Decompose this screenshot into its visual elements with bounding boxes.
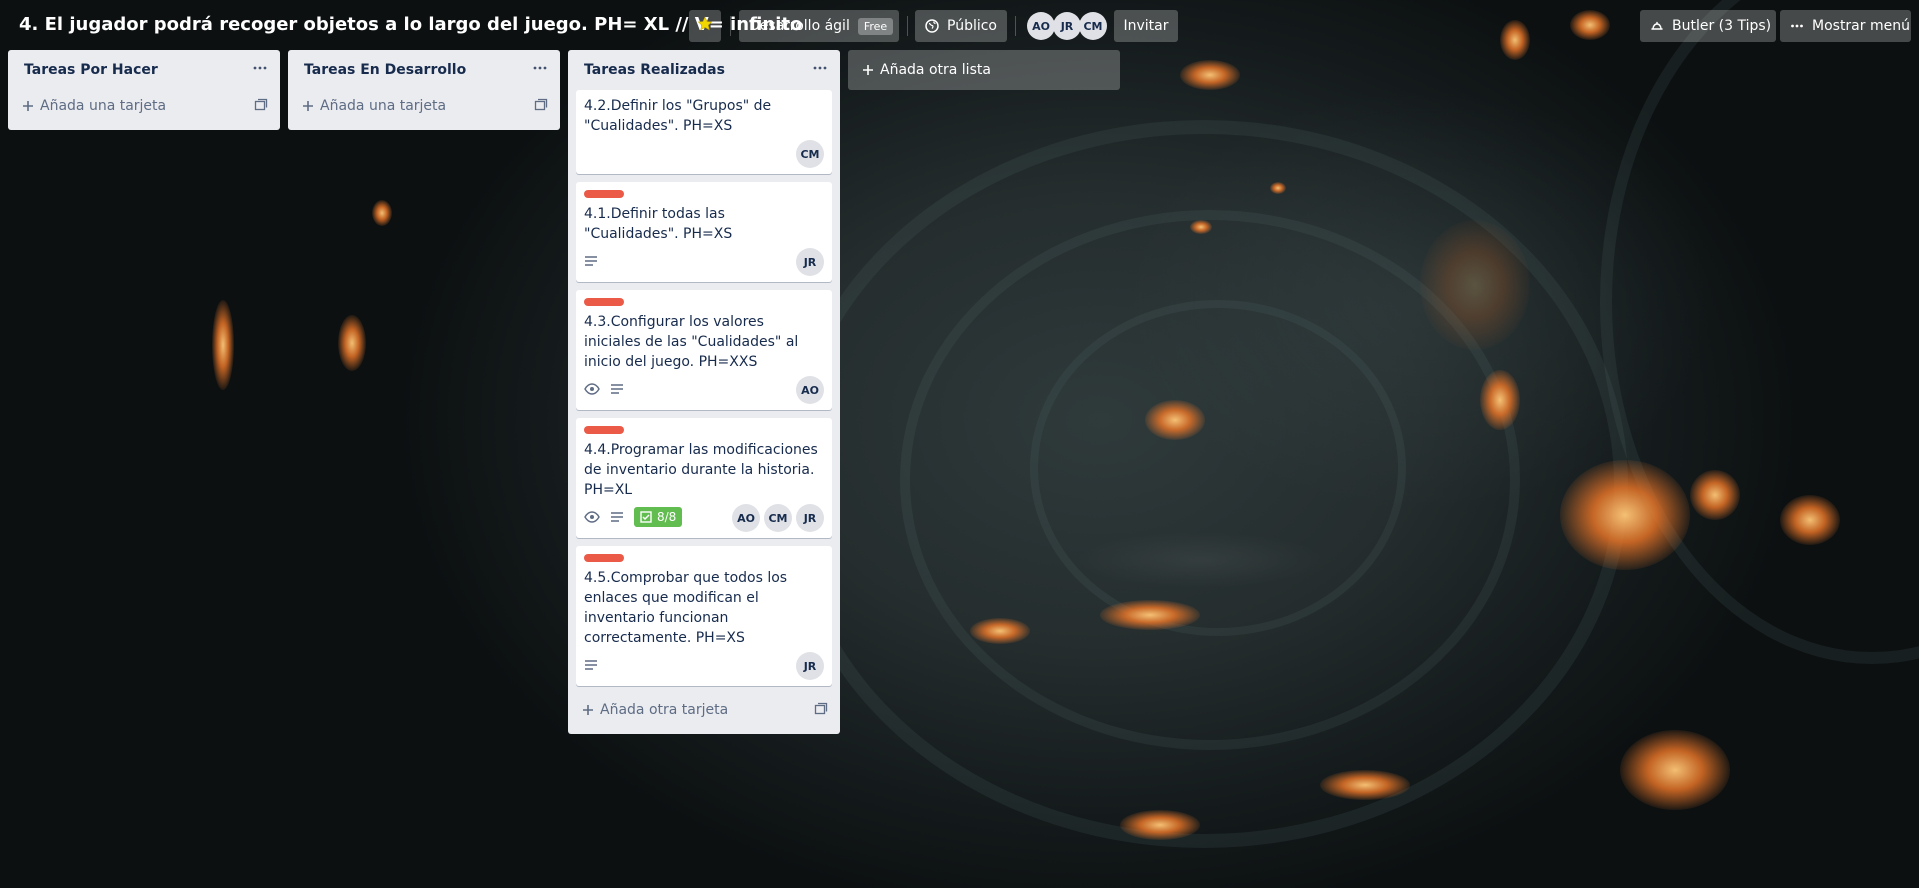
member-avatar[interactable]: CM — [764, 504, 792, 532]
card-title: 4.5.Comprobar que todos los enlaces que … — [584, 570, 788, 646]
plus-icon — [302, 100, 314, 112]
header-separator — [730, 16, 731, 36]
more-icon — [813, 66, 827, 70]
butler-label: Butler (3 Tips) — [1672, 18, 1772, 34]
board-title[interactable]: 4. El jugador podrá recoger objetos a lo… — [19, 14, 802, 35]
member-avatar[interactable]: JR — [796, 248, 824, 276]
watch-icon — [584, 383, 600, 395]
card-footer: 8/8 AO CM JR — [584, 504, 824, 532]
card-label-red[interactable] — [584, 554, 624, 562]
member-avatar[interactable]: JR — [1053, 12, 1081, 40]
add-card-label: Añada una tarjeta — [320, 98, 447, 114]
card-title: 4.3.Configurar los valores iniciales de … — [584, 314, 799, 370]
add-card-button[interactable]: Añada otra tarjeta — [576, 694, 832, 726]
invite-button[interactable]: Invitar — [1114, 10, 1178, 42]
plus-icon — [862, 64, 874, 76]
card-template-icon[interactable] — [814, 702, 828, 716]
header-separator — [907, 16, 908, 36]
card-members: AO — [792, 376, 824, 404]
add-card-label: Añada una tarjeta — [40, 98, 167, 114]
card-footer: JR — [584, 248, 824, 276]
card-members: AO CM JR — [728, 504, 824, 532]
card-4-4[interactable]: 4.4.Programar las modificaciones de inve… — [576, 418, 832, 538]
card-4-3[interactable]: 4.3.Configurar los valores iniciales de … — [576, 290, 832, 410]
card-template-icon[interactable] — [254, 98, 268, 112]
list-tareas-realizadas: Tareas Realizadas 4.2.Definir los "Grupo… — [568, 50, 840, 734]
card-footer: AO — [584, 376, 824, 404]
card-4-5[interactable]: 4.5.Comprobar que todos los enlaces que … — [576, 546, 832, 686]
list-title[interactable]: Tareas Por Hacer — [24, 62, 158, 78]
visibility-label: Público — [947, 18, 997, 34]
list-tareas-en-desarrollo: Tareas En Desarrollo Añada una tarjeta — [288, 50, 560, 130]
show-menu-label: Mostrar menú — [1812, 18, 1910, 34]
list-title[interactable]: Tareas En Desarrollo — [304, 62, 466, 78]
card-title: 4.2.Definir los "Grupos" de "Cualidades"… — [584, 98, 772, 134]
more-icon — [533, 66, 547, 70]
team-button[interactable]: Desarrollo ágil Free — [739, 10, 899, 42]
board-header: 4. El jugador podrá recoger objetos a lo… — [0, 0, 1919, 52]
visibility-button[interactable]: Público — [915, 10, 1007, 42]
card-members: JR — [792, 248, 824, 276]
star-icon — [697, 16, 713, 36]
list-menu-button[interactable] — [530, 58, 550, 78]
description-icon — [610, 511, 624, 523]
team-label: Desarrollo ágil — [749, 18, 850, 34]
list-header: Tareas En Desarrollo — [288, 50, 560, 90]
card-4-1[interactable]: 4.1.Definir todas las "Cualidades". PH=X… — [576, 182, 832, 282]
description-icon — [584, 255, 598, 267]
list-header: Tareas Por Hacer — [8, 50, 280, 90]
card-label-red[interactable] — [584, 190, 624, 198]
card-members: JR — [792, 652, 824, 680]
add-list-button[interactable]: Añada otra lista — [848, 50, 1120, 90]
card-template-icon[interactable] — [534, 98, 548, 112]
list-header: Tareas Realizadas — [568, 50, 840, 90]
checklist-badge: 8/8 — [634, 507, 683, 527]
member-avatar[interactable]: AO — [1027, 12, 1055, 40]
team-plan-badge: Free — [857, 17, 894, 35]
show-menu-button[interactable]: Mostrar menú — [1780, 10, 1911, 42]
card-label-red[interactable] — [584, 426, 624, 434]
card-members: CM — [792, 140, 824, 168]
more-icon — [253, 66, 267, 70]
card-4-2[interactable]: 4.2.Definir los "Grupos" de "Cualidades"… — [576, 90, 832, 174]
description-icon — [584, 659, 598, 671]
list-tareas-por-hacer: Tareas Por Hacer Añada una tarjeta — [8, 50, 280, 130]
member-avatar[interactable]: CM — [1079, 12, 1107, 40]
plus-icon — [22, 100, 34, 112]
add-list-label: Añada otra lista — [880, 62, 991, 78]
star-button[interactable] — [689, 10, 721, 42]
card-title: 4.4.Programar las modificaciones de inve… — [584, 442, 818, 498]
plus-icon — [582, 704, 594, 716]
add-card-label: Añada otra tarjeta — [600, 702, 729, 718]
member-avatar[interactable]: CM — [796, 140, 824, 168]
description-icon — [610, 383, 624, 395]
member-avatar[interactable]: JR — [796, 652, 824, 680]
watch-icon — [584, 511, 600, 523]
butler-button[interactable]: Butler (3 Tips) — [1640, 10, 1776, 42]
card-title: 4.1.Definir todas las "Cualidades". PH=X… — [584, 206, 733, 242]
card-footer: CM — [584, 140, 824, 168]
butler-icon — [1650, 19, 1664, 33]
add-card-button[interactable]: Añada una tarjeta — [16, 90, 272, 122]
member-avatar[interactable]: AO — [732, 504, 760, 532]
checklist-icon — [640, 511, 652, 523]
member-avatar[interactable]: JR — [796, 504, 824, 532]
list-title[interactable]: Tareas Realizadas — [584, 62, 725, 78]
checklist-count: 8/8 — [657, 510, 677, 524]
list-menu-button[interactable] — [250, 58, 270, 78]
member-avatar[interactable]: AO — [796, 376, 824, 404]
card-label-red[interactable] — [584, 298, 624, 306]
card-footer: JR — [584, 652, 824, 680]
globe-icon — [925, 19, 939, 33]
header-separator — [1015, 16, 1016, 36]
more-icon — [1790, 19, 1804, 33]
add-card-button[interactable]: Añada una tarjeta — [296, 90, 552, 122]
list-menu-button[interactable] — [810, 58, 830, 78]
